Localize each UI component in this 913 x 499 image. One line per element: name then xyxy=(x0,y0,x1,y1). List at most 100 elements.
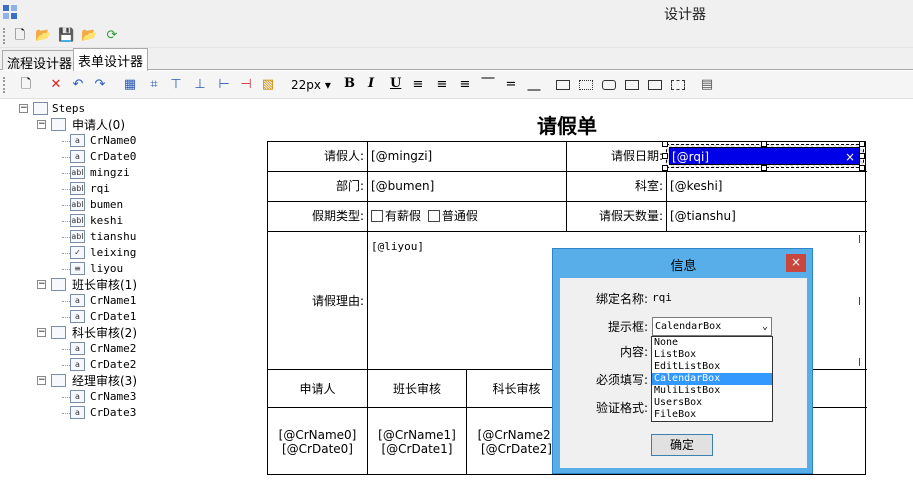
properties-icon[interactable]: ▤ xyxy=(699,77,715,93)
tree-item[interactable]: CrName3 xyxy=(90,389,136,405)
collapse-icon[interactable]: − xyxy=(37,376,46,385)
resize-handle[interactable] xyxy=(761,165,767,171)
valign-middle-icon[interactable]: = xyxy=(503,77,519,93)
delete-icon[interactable]: ✕ xyxy=(48,77,64,93)
tab-form-designer[interactable]: 表单设计器 xyxy=(73,48,149,71)
tree-item[interactable]: bumen xyxy=(90,197,123,213)
dropdown-option[interactable]: CalendarBox xyxy=(652,373,772,385)
dropdown-option[interactable]: ListBox xyxy=(652,349,772,361)
approval-date[interactable]: [@CrDate0] xyxy=(268,442,367,456)
clear-icon[interactable]: × xyxy=(845,148,855,166)
tree-connector xyxy=(62,365,70,366)
delete-row-icon[interactable]: ⊣ xyxy=(238,77,254,93)
collapse-icon[interactable]: − xyxy=(19,104,28,113)
required-label: 必须填写: xyxy=(595,373,648,387)
tree-item[interactable]: CrDate3 xyxy=(90,405,136,421)
insert-row-icon[interactable]: ⊢ xyxy=(216,77,232,93)
align-center-icon[interactable]: ≡ xyxy=(434,77,450,93)
tree-group[interactable]: 申请人(0) xyxy=(72,117,125,133)
merge-cell-icon[interactable]: ⊥ xyxy=(192,77,208,93)
border-dashed-icon[interactable] xyxy=(671,80,685,90)
date-field-selected[interactable]: [@rqi] × xyxy=(669,147,860,165)
step-icon xyxy=(51,326,66,339)
tree-group[interactable]: 经理审核(3) xyxy=(72,373,137,389)
image-icon[interactable]: ▧ xyxy=(260,77,276,93)
resize-handle[interactable] xyxy=(662,165,668,171)
border-left-icon[interactable] xyxy=(648,80,662,90)
refresh-icon[interactable]: ⟳ xyxy=(104,28,120,44)
dropdown-option[interactable]: UsersBox xyxy=(652,397,772,409)
bold-button[interactable]: B xyxy=(344,76,355,91)
tree-item[interactable]: mingzi xyxy=(90,165,130,181)
border-dotted-icon[interactable] xyxy=(579,80,593,90)
resize-handle[interactable] xyxy=(859,165,865,171)
grid-icon[interactable]: ⌗ xyxy=(146,77,162,93)
redo-icon[interactable]: ↷ xyxy=(92,77,108,93)
approval-name[interactable]: [@CrName0] xyxy=(268,428,367,442)
resize-handle[interactable] xyxy=(662,153,668,159)
applicant-field[interactable]: [@mingzi] xyxy=(368,142,567,172)
tree-item[interactable]: rqi xyxy=(90,181,110,197)
hint-box-select[interactable]: CalendarBox ⌄ xyxy=(652,317,772,336)
table-icon[interactable]: ▦ xyxy=(122,77,138,93)
tab-flow-designer[interactable]: 流程设计器 xyxy=(2,50,78,72)
tree-item[interactable]: CrName1 xyxy=(90,293,136,309)
field-a-icon: a xyxy=(70,406,85,419)
approval-date[interactable]: [@CrDate1] xyxy=(368,442,466,456)
chevron-down-icon[interactable]: ⌄ xyxy=(762,318,768,335)
hint-box-label: 提示框: xyxy=(607,320,648,334)
normal-leave-label: 普通假 xyxy=(441,209,478,223)
tree-item[interactable]: CrDate2 xyxy=(90,357,136,373)
collapse-icon[interactable]: − xyxy=(37,280,46,289)
section-field[interactable]: [@keshi] xyxy=(667,172,867,202)
resize-handle[interactable] xyxy=(761,141,767,147)
collapse-icon[interactable]: − xyxy=(37,120,46,129)
new-file-icon[interactable]: 🗋 xyxy=(12,28,28,44)
new-form-icon[interactable]: 🗋 xyxy=(18,77,34,93)
valign-bottom-icon[interactable]: ⎽ xyxy=(526,77,542,93)
undo-icon[interactable]: ↶ xyxy=(70,77,86,93)
normal-leave-checkbox[interactable] xyxy=(427,210,440,222)
close-icon[interactable]: × xyxy=(786,254,806,272)
resize-handle[interactable] xyxy=(859,153,865,159)
border-box-icon[interactable] xyxy=(625,80,639,90)
valign-top-icon[interactable]: ⎺ xyxy=(480,77,496,93)
resize-handle[interactable] xyxy=(662,141,668,147)
tree-group[interactable]: 班长审核(1) xyxy=(72,277,137,293)
approval-name[interactable]: [@CrName1] xyxy=(368,428,466,442)
paid-leave-checkbox[interactable] xyxy=(371,210,383,222)
tree-item[interactable]: CrName0 xyxy=(90,133,136,149)
dropdown-option[interactable]: MuliListBox xyxy=(652,385,772,397)
save-icon[interactable]: 💾 xyxy=(58,28,74,44)
tree-item[interactable]: keshi xyxy=(90,213,123,229)
ok-button[interactable]: 确定 xyxy=(651,434,713,456)
border-all-icon[interactable] xyxy=(556,80,570,90)
tree-item[interactable]: tianshu xyxy=(90,229,136,245)
collapse-icon[interactable]: − xyxy=(37,328,46,337)
font-size-select[interactable]: 22px ▾ xyxy=(291,78,331,92)
tree-item[interactable]: CrDate1 xyxy=(90,309,136,325)
tree-item[interactable]: CrDate0 xyxy=(90,149,136,165)
reason-label: 请假理由: xyxy=(268,232,368,370)
field-abl-icon: abl xyxy=(70,198,85,211)
dropdown-option[interactable]: FileBox xyxy=(652,409,772,421)
dept-field[interactable]: [@bumen] xyxy=(368,172,567,202)
open-recent-icon[interactable]: 📂 xyxy=(81,28,97,44)
align-left-icon[interactable]: ≡ xyxy=(410,77,426,93)
dropdown-option[interactable]: None xyxy=(652,337,772,349)
align-right-icon[interactable]: ≡ xyxy=(457,77,473,93)
resize-handle[interactable] xyxy=(859,141,865,147)
underline-button[interactable]: U xyxy=(390,76,401,91)
tree-item[interactable]: leixing xyxy=(90,245,136,261)
split-cell-icon[interactable]: ⊤ xyxy=(168,77,184,93)
open-folder-icon[interactable]: 📂 xyxy=(35,28,51,44)
scroll-tick xyxy=(859,235,860,243)
tree-item[interactable]: liyou xyxy=(90,261,123,277)
dropdown-option[interactable]: EditListBox xyxy=(652,361,772,373)
days-field[interactable]: [@tianshu] xyxy=(667,202,867,232)
italic-button[interactable]: I xyxy=(368,76,374,91)
tree-root[interactable]: Steps xyxy=(52,101,85,117)
border-round-icon[interactable] xyxy=(602,80,616,90)
tree-group[interactable]: 科长审核(2) xyxy=(72,325,137,341)
tree-item[interactable]: CrName2 xyxy=(90,341,136,357)
